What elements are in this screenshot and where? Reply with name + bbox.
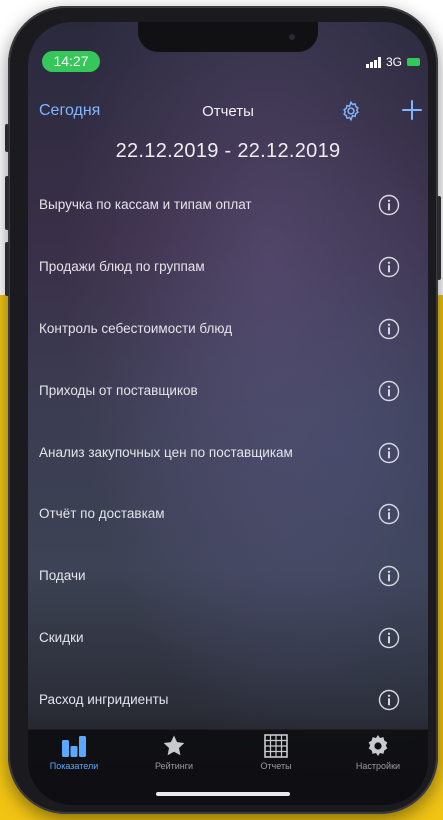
report-label: Подачи (39, 568, 86, 584)
tab-settings[interactable]: Настройки (332, 734, 424, 771)
navigation-bar: Сегодня Отчеты (28, 96, 428, 130)
report-list: Выручка по кассам и типам оплат Продажи … (28, 187, 428, 744)
list-item[interactable]: Анализ закупочных цен по поставщикам (28, 435, 428, 497)
volume-up-button (5, 176, 9, 230)
report-label: Отчёт по доставкам (39, 506, 165, 522)
info-icon[interactable] (378, 627, 400, 649)
report-label: Приходы от поставщиков (39, 382, 198, 398)
star-icon (163, 735, 185, 756)
phone-frame: 14:27 3G Сегодня Отчеты 22.12.2019 - 22.… (5, 6, 441, 814)
grid-icon (264, 734, 288, 758)
info-icon[interactable] (378, 565, 400, 587)
info-icon[interactable] (378, 256, 400, 278)
battery-icon (407, 58, 420, 66)
volume-down-button (5, 242, 9, 296)
info-icon[interactable] (378, 194, 400, 216)
tab-label: Настройки (355, 761, 401, 771)
home-indicator (156, 792, 290, 796)
report-label: Анализ закупочных цен по поставщикам (39, 444, 293, 460)
report-label: Продажи блюд по группам (39, 258, 205, 274)
status-indicators: 3G (365, 55, 420, 69)
report-label: Выручка по кассам и типам оплат (39, 197, 252, 212)
app-screen: 14:27 3G Сегодня Отчеты 22.12.2019 - 22.… (28, 22, 428, 805)
signal-icon (365, 56, 381, 68)
info-icon[interactable] (378, 503, 400, 525)
page-title: Отчеты (202, 103, 254, 120)
report-label: Скидки (39, 630, 84, 646)
tab-indicators[interactable]: Показатели (28, 734, 120, 771)
info-icon[interactable] (378, 380, 400, 402)
tab-label: Отчеты (260, 761, 292, 771)
report-label: Расход ингридиенты (39, 692, 169, 708)
settings-gear-icon[interactable] (340, 100, 362, 122)
report-label: Контроль себестоимости блюд (39, 320, 233, 336)
add-icon[interactable] (400, 98, 422, 120)
info-icon[interactable] (378, 689, 400, 711)
camera-dot (289, 34, 295, 40)
chart-bars-icon (62, 736, 86, 757)
list-item[interactable]: Контроль себестоимости блюд (28, 311, 428, 373)
info-icon[interactable] (378, 442, 400, 464)
list-item[interactable]: Отчёт по доставкам (28, 496, 428, 558)
list-item[interactable]: Продажи блюд по группам (28, 249, 428, 311)
tab-reports[interactable]: Отчеты (230, 734, 322, 771)
list-item[interactable]: Приходы от поставщиков (28, 373, 428, 435)
tab-label: Рейтинги (154, 761, 194, 771)
tab-ratings[interactable]: Рейтинги (128, 734, 220, 771)
notch (138, 22, 318, 52)
list-item[interactable]: Скидки (28, 620, 428, 682)
tab-label: Показатели (49, 761, 99, 771)
info-icon[interactable] (378, 318, 400, 340)
list-item[interactable]: Выручка по кассам и типам оплат (28, 187, 428, 249)
list-item[interactable]: Подачи (28, 558, 428, 620)
status-time: 14:27 (42, 51, 100, 72)
gear-icon (368, 735, 388, 756)
date-range[interactable]: 22.12.2019 - 22.12.2019 (28, 140, 428, 163)
mute-switch (5, 124, 9, 152)
power-button (437, 196, 441, 280)
network-type: 3G (385, 55, 402, 69)
